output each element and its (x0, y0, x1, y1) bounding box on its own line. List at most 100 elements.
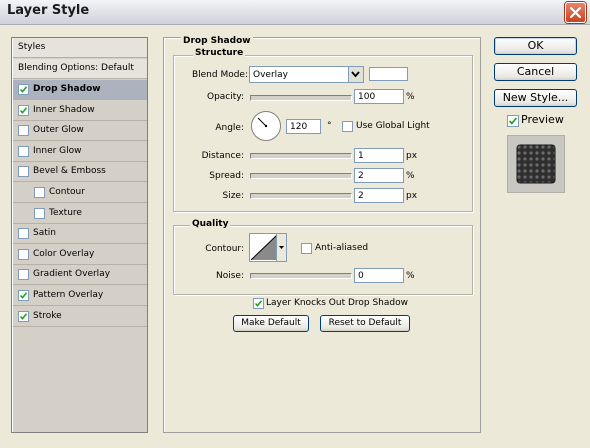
style-item-pattern-overlay[interactable]: Pattern Overlay (13, 286, 147, 306)
layer-style-dialog: Layer Style Styles Blending Options: Def… (0, 0, 590, 448)
style-item-label: Gradient Overlay (33, 269, 111, 280)
title-bar: Layer Style (0, 0, 590, 25)
style-item-checkbox[interactable] (34, 187, 45, 198)
size-slider[interactable] (250, 193, 352, 199)
style-item-label: Pattern Overlay (33, 290, 104, 300)
style-item-checkbox[interactable] (18, 228, 29, 240)
dropdown-arrow-icon (276, 234, 286, 261)
style-item-label: Satin (33, 228, 56, 239)
knocks-out-label: Layer Knocks Out Drop Shadow (266, 298, 408, 308)
checkmark-icon (509, 117, 518, 125)
style-item-checkbox[interactable] (18, 166, 29, 178)
style-item-color-overlay[interactable]: Color Overlay (13, 245, 147, 265)
style-item-checkbox[interactable] (18, 125, 29, 137)
window-title: Layer Style (7, 3, 90, 18)
angle-input[interactable]: 120 (286, 119, 321, 134)
structure-title: Structure (193, 48, 246, 58)
angle-dial[interactable] (251, 111, 281, 141)
style-item-checkbox[interactable] (18, 84, 29, 95)
angle-label: Angle: (215, 123, 244, 133)
distance-slider[interactable] (250, 153, 352, 159)
anti-aliased-checkbox[interactable] (301, 243, 312, 254)
style-item-checkbox[interactable] (18, 269, 29, 281)
style-item-checkbox[interactable] (18, 104, 29, 116)
blending-options-item[interactable]: Blending Options: Default (13, 59, 147, 79)
distance-input[interactable]: 1 (354, 148, 404, 163)
spread-input[interactable]: 2 (354, 168, 404, 183)
opacity-input[interactable]: 100 (354, 89, 404, 104)
anti-aliased-label: Anti-aliased (315, 243, 369, 253)
angle-dial-icon (257, 117, 268, 128)
angle-unit: ° (327, 121, 332, 131)
blend-mode-value: Overlay (253, 70, 288, 80)
opacity-label: Opacity: (207, 92, 244, 102)
style-item-inner-glow[interactable]: Inner Glow (13, 142, 147, 162)
styles-header-label: Styles (18, 42, 46, 52)
contour-picker[interactable] (249, 233, 287, 262)
checkmark-icon (19, 86, 28, 93)
checkmark-icon (19, 106, 28, 114)
size-input[interactable]: 2 (354, 188, 404, 203)
contour-curve-icon (251, 235, 277, 260)
new-style-button[interactable]: New Style... (494, 89, 577, 107)
use-global-light-label: Use Global Light (356, 121, 430, 131)
style-item-outer-glow[interactable]: Outer Glow (13, 121, 147, 142)
checkmark-icon (19, 292, 28, 299)
shadow-color-swatch[interactable] (369, 67, 408, 81)
make-default-button[interactable]: Make Default (233, 315, 309, 332)
checkmark-icon (254, 300, 263, 307)
preview-label: Preview (521, 113, 564, 126)
style-item-bevel-emboss[interactable]: Bevel & Emboss (13, 162, 147, 183)
spread-unit: % (406, 171, 415, 181)
opacity-unit: % (406, 92, 415, 102)
noise-slider[interactable] (250, 273, 352, 279)
contour-label: Contour: (205, 244, 244, 254)
opacity-slider[interactable] (250, 95, 352, 101)
noise-input[interactable]: 0 (354, 268, 404, 283)
style-item-inner-shadow[interactable]: Inner Shadow (13, 101, 147, 121)
spread-label: Spread: (209, 171, 244, 181)
quality-group (173, 225, 473, 295)
size-label: Size: (222, 191, 244, 201)
style-item-label: Color Overlay (33, 248, 95, 259)
style-item-checkbox[interactable] (18, 145, 29, 157)
blending-options-label: Blending Options: Default (18, 63, 134, 73)
noise-label: Noise: (216, 271, 244, 281)
blend-mode-select[interactable]: Overlay (249, 66, 364, 83)
section-title: Drop Shadow (181, 36, 253, 46)
styles-header[interactable]: Styles (13, 38, 147, 58)
style-item-label: Inner Shadow (33, 104, 95, 115)
noise-unit: % (406, 271, 415, 281)
use-global-light-checkbox[interactable] (342, 121, 353, 132)
blend-mode-label: Blend Mode: (191, 70, 248, 80)
style-item-checkbox[interactable] (18, 290, 29, 301)
style-item-label: Contour (49, 187, 85, 197)
ok-button[interactable]: OK (494, 37, 577, 55)
style-item-checkbox[interactable] (34, 207, 45, 219)
knocks-out-checkbox[interactable] (253, 298, 264, 309)
cancel-button[interactable]: Cancel (494, 63, 577, 81)
spread-slider[interactable] (250, 173, 352, 179)
style-item-label: Texture (49, 207, 82, 218)
reset-default-button[interactable]: Reset to Default (320, 315, 410, 332)
close-button[interactable] (565, 2, 586, 23)
style-item-label: Bevel & Emboss (33, 166, 106, 177)
preview-checkbox[interactable] (507, 115, 519, 127)
preview-thumbnail (516, 144, 556, 184)
style-item-satin[interactable]: Satin (13, 224, 147, 245)
size-unit: px (406, 191, 418, 201)
close-icon (570, 7, 581, 18)
distance-unit: px (406, 151, 418, 161)
dropdown-arrow-icon (348, 67, 363, 82)
style-item-drop-shadow[interactable]: Drop Shadow (13, 80, 147, 100)
styles-panel: Styles Blending Options: Default Drop Sh… (11, 37, 148, 433)
style-item-stroke[interactable]: Stroke (13, 307, 147, 327)
style-item-checkbox[interactable] (18, 248, 29, 260)
style-item-gradient-overlay[interactable]: Gradient Overlay (13, 265, 147, 286)
style-item-checkbox[interactable] (18, 310, 29, 322)
style-item-contour[interactable]: Contour (13, 183, 147, 203)
style-item-texture[interactable]: Texture (13, 204, 147, 224)
style-item-label: Stroke (33, 310, 62, 321)
style-item-label: Drop Shadow (33, 84, 101, 94)
distance-label: Distance: (201, 151, 244, 161)
